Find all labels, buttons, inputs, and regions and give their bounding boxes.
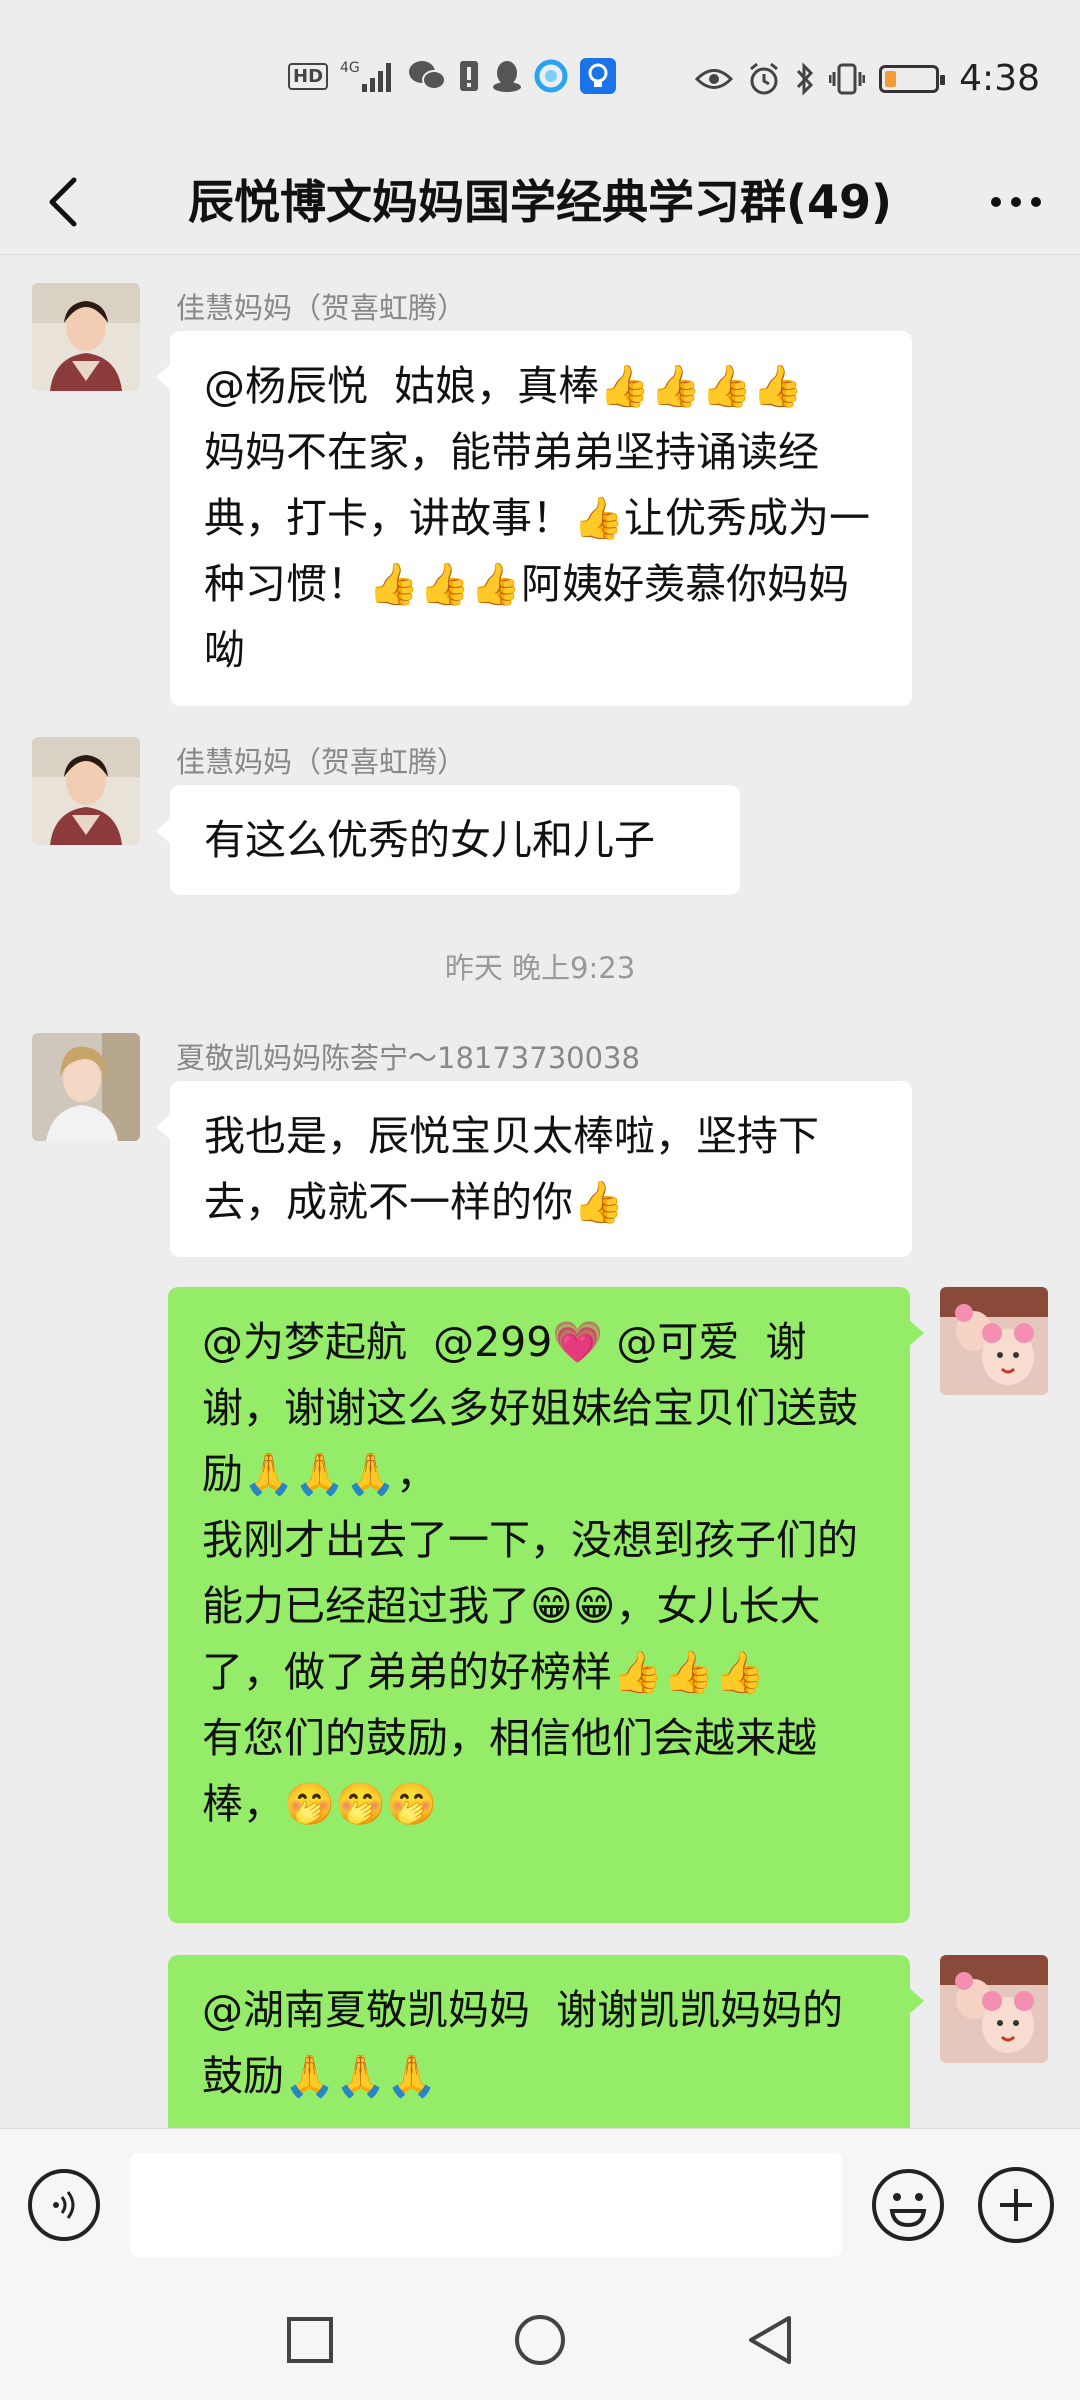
system-navigation-bar — [0, 2280, 1080, 2400]
avatar[interactable] — [32, 283, 140, 391]
message-bubble-self[interactable]: @为梦起航 @299💗 @可爱 谢谢，谢谢这么多好姐妹给宝贝们送鼓励🙏🙏🙏， 我… — [168, 1287, 924, 1923]
battery-icon — [879, 64, 946, 93]
message-input[interactable] — [130, 2153, 842, 2257]
message-bubble[interactable]: @杨辰悦 姑娘，真棒👍👍👍👍 妈妈不在家，能带弟弟坚持诵读经典，打卡，讲故事！👍… — [156, 331, 912, 706]
back-nav-button[interactable] — [738, 2308, 802, 2372]
eye-icon — [695, 61, 734, 97]
signal-icon: 4G — [340, 58, 396, 94]
message-bubble-self[interactable]: @湖南夏敬凯妈妈 谢谢凯凯妈妈的鼓励🙏🙏🙏 — [168, 1955, 924, 2128]
browser-icon — [534, 58, 568, 94]
more-button[interactable] — [982, 168, 1050, 236]
home-button[interactable] — [508, 2308, 572, 2372]
sender-name: 佳慧妈妈（贺喜虹腾） — [176, 291, 467, 325]
message-bubble[interactable]: 有这么优秀的女儿和儿子 — [156, 785, 740, 895]
plus-icon — [1000, 2189, 1032, 2221]
circle-icon — [515, 2315, 565, 2365]
self-avatar[interactable] — [940, 1955, 1048, 2063]
qq-icon — [492, 58, 522, 94]
group-title: 辰悦博文妈妈国学经典学习群(49) — [187, 175, 893, 229]
avatar[interactable] — [32, 737, 140, 845]
triangle-back-icon — [749, 2316, 791, 2364]
emoji-button[interactable] — [870, 2167, 946, 2243]
network-type-label: 4G — [340, 60, 360, 76]
clock: 4:38 — [959, 58, 1040, 99]
avatar[interactable] — [32, 1033, 140, 1141]
timestamp: 昨天 晚上9:23 — [444, 951, 636, 985]
status-icons-left: HD 4G — [288, 58, 617, 94]
battery-level — [885, 70, 896, 87]
tips-icon — [580, 58, 617, 94]
alert-icon — [458, 58, 480, 94]
message-bubble[interactable]: 我也是，辰悦宝贝太棒啦，坚持下去，成就不一样的你👍 — [156, 1081, 912, 1257]
message-list[interactable]: 佳慧妈妈（贺喜虹腾） @杨辰悦 姑娘，真棒👍👍👍👍 妈妈不在家，能带弟弟坚持诵读… — [0, 255, 1080, 2128]
more-dots-icon — [991, 197, 1041, 207]
sender-name: 佳慧妈妈（贺喜虹腾） — [176, 745, 467, 779]
self-avatar[interactable] — [940, 1287, 1048, 1395]
sender-name: 夏敬凯妈妈陈荟宁～18173730038 — [176, 1041, 640, 1075]
more-functions-button[interactable] — [978, 2167, 1054, 2243]
wechat-icon — [408, 58, 447, 94]
voice-icon — [53, 2191, 75, 2219]
voice-button[interactable] — [28, 2169, 100, 2241]
hd-badge: HD — [288, 62, 329, 90]
square-icon — [287, 2317, 333, 2363]
recents-button[interactable] — [278, 2308, 342, 2372]
bluetooth-icon — [795, 61, 815, 97]
emoji-icon — [872, 2169, 944, 2241]
chat-header: 辰悦博文妈妈国学经典学习群(49) — [0, 150, 1080, 255]
input-bar — [0, 2128, 1080, 2281]
status-icons-right: 4:38 — [695, 58, 1040, 99]
status-bar: HD 4G 4:38 — [0, 0, 1080, 150]
vibrate-icon — [829, 61, 866, 97]
alarm-icon — [747, 61, 781, 97]
